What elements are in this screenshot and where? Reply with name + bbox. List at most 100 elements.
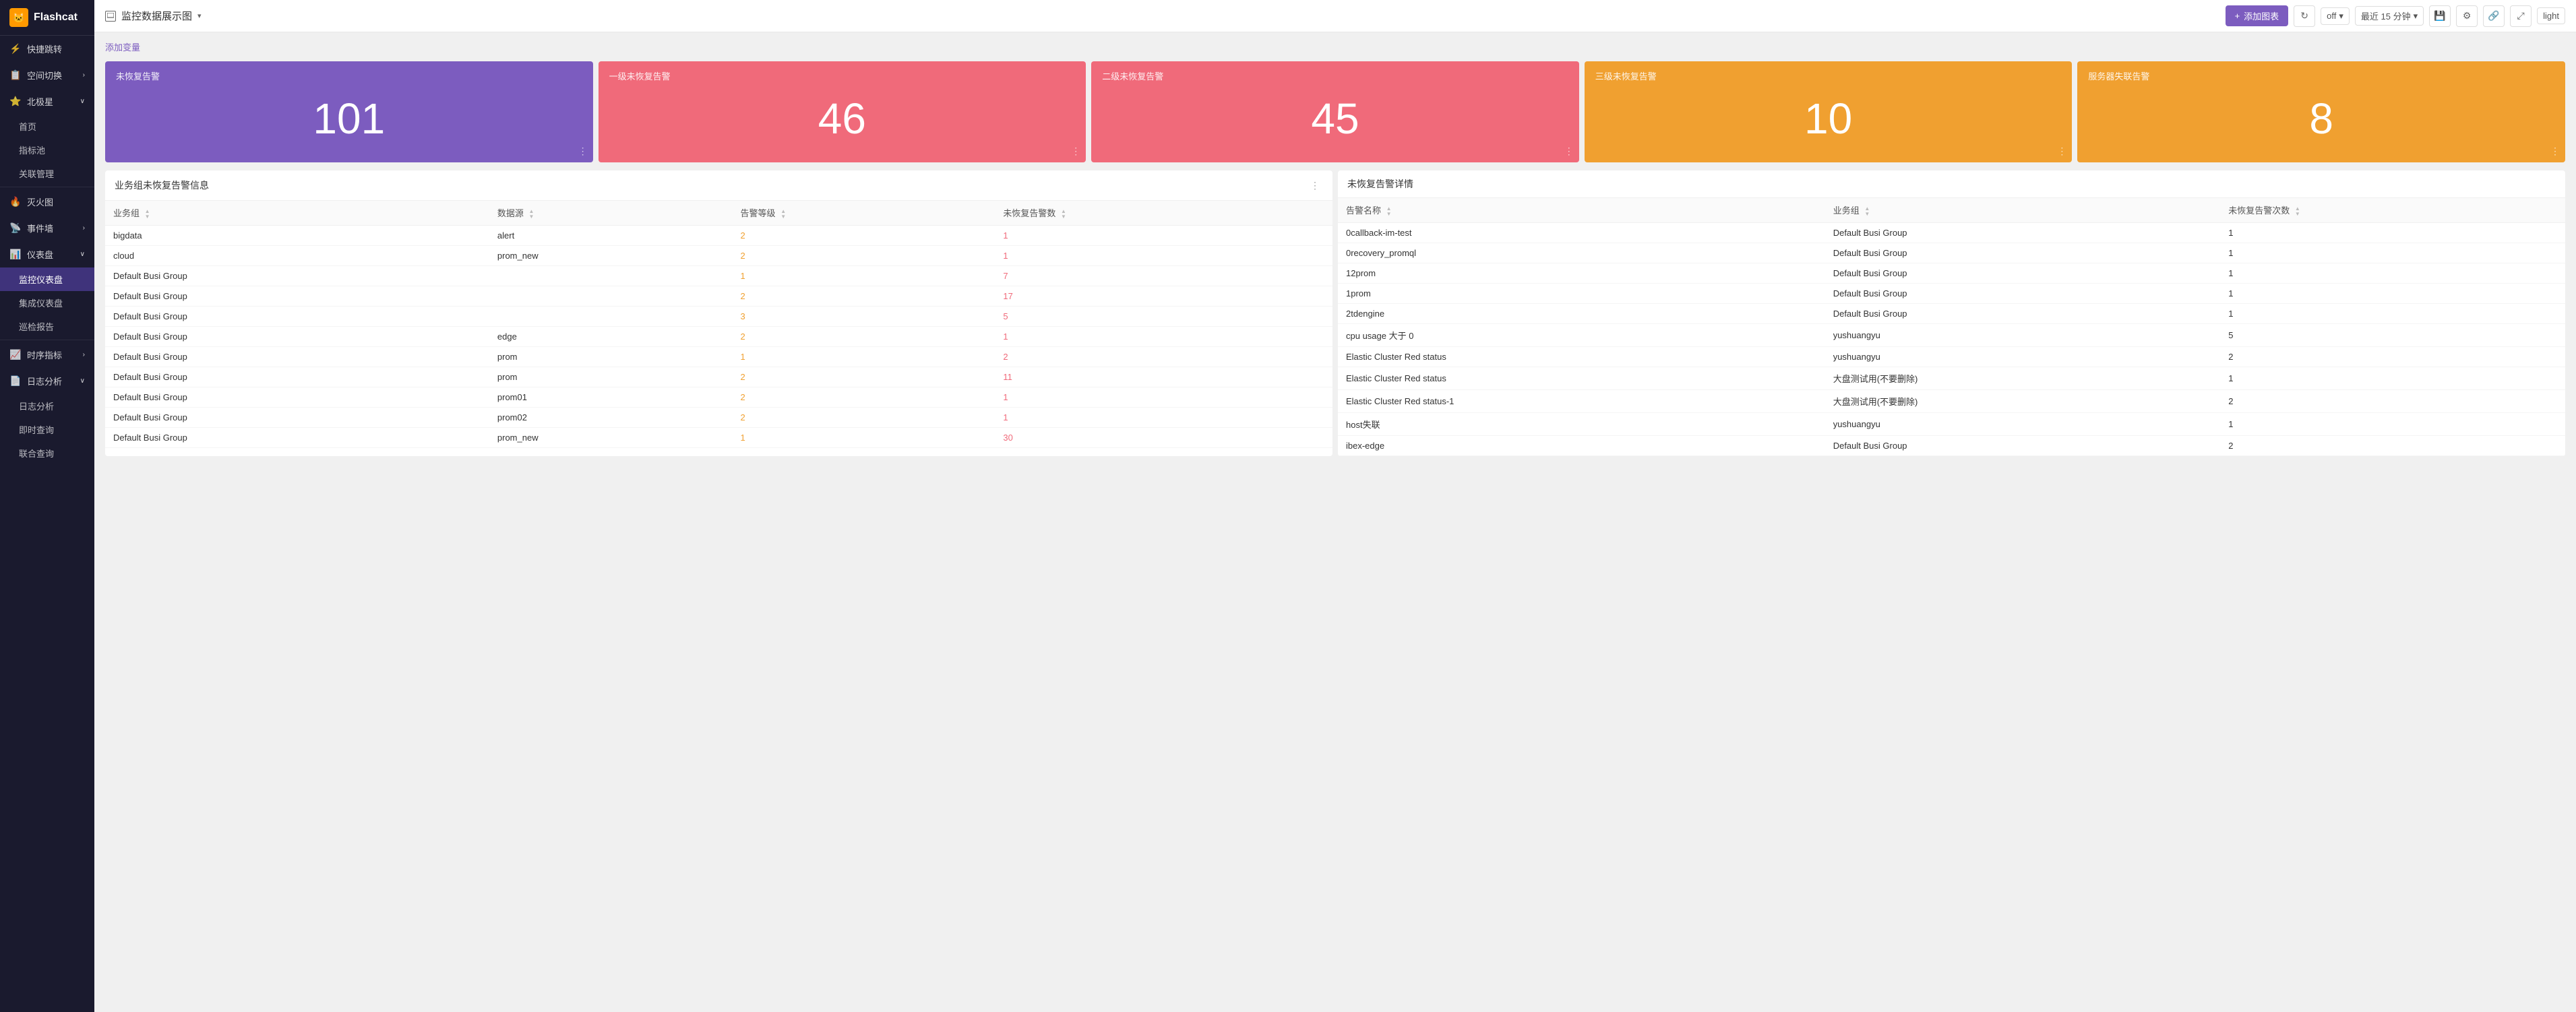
col-header-alert-level: 告警等级 ▲▼ — [733, 201, 995, 225]
sidebar-item-north-star[interactable]: ⭐ 北极星 ∨ — [0, 88, 94, 115]
sidebar-item-patrol-report[interactable]: 巡检报告 — [0, 315, 94, 338]
sidebar-item-correlation[interactable]: 关联管理 — [0, 162, 94, 185]
alert-card-level1[interactable]: 一级未恢复告警 46 ⋮ — [599, 61, 1086, 162]
off-chevron-icon: ▾ — [2339, 11, 2343, 22]
right-table: 告警名称 ▲▼ 业务组 ▲▼ 未恢复告警次数 ▲▼ — [1338, 198, 2565, 456]
sidebar-item-label: 关联管理 — [19, 167, 54, 180]
alert-card-unrecovered[interactable]: 未恢复告警 101 ⋮ — [105, 61, 593, 162]
alert-card-server-lost[interactable]: 服务器失联告警 8 ⋮ — [2077, 61, 2565, 162]
refresh-button[interactable]: ↻ — [2294, 5, 2315, 27]
cell-data-source: prom — [489, 367, 733, 387]
sort-icon[interactable]: ▲▼ — [1386, 206, 1392, 217]
cell-count: 1 — [2220, 243, 2565, 263]
cell-count: 11 — [995, 367, 1332, 387]
col-header-unrecovered-count: 未恢复告警数 ▲▼ — [995, 201, 1332, 225]
fullscreen-icon: ⤢ — [2517, 10, 2525, 22]
alert-card-number: 45 — [1311, 82, 1359, 154]
cell-count: 2 — [2220, 389, 2565, 412]
main-content: 监控数据展示图 ▾ + 添加图表 ↻ off ▾ 最近 15 分钟 ▾ 💾 — [94, 0, 2576, 1012]
sidebar-item-label: 仪表盘 — [27, 248, 53, 261]
sidebar-item-label: 北极星 — [27, 95, 53, 108]
link-button[interactable]: 🔗 — [2483, 5, 2505, 27]
sidebar-item-quick-jump[interactable]: ⚡ 快捷跳转 — [0, 36, 94, 62]
main-header: 监控数据展示图 ▾ + 添加图表 ↻ off ▾ 最近 15 分钟 ▾ 💾 — [94, 0, 2576, 32]
main-body: 添加变量 未恢复告警 101 ⋮ 一级未恢复告警 46 ⋮ 二级未恢复告警 45… — [94, 32, 2576, 1012]
cell-alert-name: cpu usage 大于 0 — [1338, 323, 1825, 346]
sidebar-item-fire-map[interactable]: 🔥 灭火图 — [0, 189, 94, 215]
sidebar-item-instant-query[interactable]: 即时查询 — [0, 418, 94, 441]
add-panel-label: 添加图表 — [2244, 9, 2279, 22]
sidebar-item-time-metrics[interactable]: 📈 时序指标 › — [0, 342, 94, 368]
cell-count: 1 — [2220, 367, 2565, 389]
cell-data-source: prom02 — [489, 407, 733, 427]
sort-icon[interactable]: ▲▼ — [2295, 206, 2300, 217]
add-panel-button[interactable]: + 添加图表 — [2226, 5, 2289, 26]
chevron-right-icon: › — [83, 71, 85, 79]
sort-icon[interactable]: ▲▼ — [1061, 209, 1066, 220]
table-row: Default Busi Group edge 2 1 — [105, 326, 1332, 346]
table-row: ibex-edge Default Busi Group 2 — [1338, 435, 2565, 455]
col-header-alert-name: 告警名称 ▲▼ — [1338, 198, 1825, 222]
card-menu-button[interactable]: ⋮ — [2550, 146, 2560, 157]
fullscreen-button[interactable]: ⤢ — [2510, 5, 2532, 27]
sidebar-item-dashboard[interactable]: 📊 仪表盘 ∨ — [0, 241, 94, 267]
theme-control[interactable]: light — [2537, 7, 2565, 24]
cell-biz-group: yushuangyu — [1825, 323, 2221, 346]
cell-alert-name: 1prom — [1338, 283, 1825, 303]
time-range-control[interactable]: 最近 15 分钟 ▾ — [2355, 6, 2424, 26]
sidebar-item-integrated-dashboard[interactable]: 集成仪表盘 — [0, 291, 94, 315]
sidebar-item-label: 事件墙 — [27, 222, 53, 234]
alert-card-level2[interactable]: 二级未恢复告警 45 ⋮ — [1091, 61, 1579, 162]
sort-icon[interactable]: ▲▼ — [1864, 206, 1870, 217]
sidebar-item-label: 监控仪表盘 — [19, 273, 63, 286]
sort-icon[interactable]: ▲▼ — [529, 209, 534, 220]
cell-biz-group: Default Busi Group — [105, 286, 489, 306]
sidebar-item-space-switch[interactable]: 📋 空间切换 › — [0, 62, 94, 88]
time-range-label: 最近 15 分钟 — [2361, 9, 2411, 22]
card-menu-button[interactable]: ⋮ — [1564, 146, 1574, 157]
cell-biz-group: Default Busi Group — [105, 346, 489, 367]
alert-cards-row: 未恢复告警 101 ⋮ 一级未恢复告警 46 ⋮ 二级未恢复告警 45 ⋮ 三级… — [105, 61, 2565, 162]
cell-data-source: alert — [489, 225, 733, 245]
cell-count: 30 — [995, 427, 1332, 447]
cell-alert-level: 2 — [733, 286, 995, 306]
sort-icon[interactable]: ▲▼ — [145, 209, 150, 220]
sidebar-item-log-analysis-sub[interactable]: 日志分析 — [0, 394, 94, 418]
dashboard-header-icon — [105, 11, 116, 22]
left-table-menu-button[interactable]: ⋮ — [1307, 177, 1323, 193]
alert-card-level3[interactable]: 三级未恢复告警 10 ⋮ — [1585, 61, 2073, 162]
alert-card-number: 8 — [2309, 82, 2333, 154]
cell-biz-group: 大盘测试用(不要删除) — [1825, 367, 2221, 389]
sort-icon[interactable]: ▲▼ — [780, 209, 786, 220]
title-chevron-icon[interactable]: ▾ — [197, 11, 202, 20]
card-menu-button[interactable]: ⋮ — [578, 146, 588, 157]
sidebar-item-monitor-dashboard[interactable]: 监控仪表盘 — [0, 267, 94, 291]
alert-card-title: 三级未恢复告警 — [1595, 69, 2062, 82]
off-control[interactable]: off ▾ — [2321, 7, 2350, 25]
sidebar-item-event-wall[interactable]: 📡 事件墙 › — [0, 215, 94, 241]
cell-alert-name: Elastic Cluster Red status — [1338, 367, 1825, 389]
cell-biz-group: Default Busi Group — [1825, 283, 2221, 303]
card-menu-button[interactable]: ⋮ — [1071, 146, 1080, 157]
alert-card-title: 未恢复告警 — [116, 69, 582, 82]
save-button[interactable]: 💾 — [2429, 5, 2451, 27]
sidebar-item-label: 集成仪表盘 — [19, 296, 63, 309]
cell-alert-name: 0recovery_promql — [1338, 243, 1825, 263]
cell-count: 1 — [995, 245, 1332, 265]
cell-biz-group: Default Busi Group — [105, 265, 489, 286]
cell-count: 17 — [995, 286, 1332, 306]
table-row: Default Busi Group 2 17 — [105, 286, 1332, 306]
sidebar-item-union-query[interactable]: 联合查询 — [0, 441, 94, 465]
alert-card-number: 101 — [313, 82, 385, 154]
sidebar-item-log-analysis[interactable]: 📄 日志分析 ∨ — [0, 368, 94, 394]
sidebar-item-metrics[interactable]: 指标池 — [0, 138, 94, 162]
cell-count: 1 — [995, 387, 1332, 407]
sidebar-item-home[interactable]: 首页 — [0, 115, 94, 138]
settings-button[interactable]: ⚙ — [2456, 5, 2478, 27]
add-variable-link[interactable]: 添加变量 — [105, 40, 140, 53]
space-switch-icon: 📋 — [9, 69, 22, 82]
card-menu-button[interactable]: ⋮ — [2057, 146, 2066, 157]
table-row: Default Busi Group 1 7 — [105, 265, 1332, 286]
alert-card-title: 二级未恢复告警 — [1102, 69, 1568, 82]
cell-data-source: edge — [489, 326, 733, 346]
